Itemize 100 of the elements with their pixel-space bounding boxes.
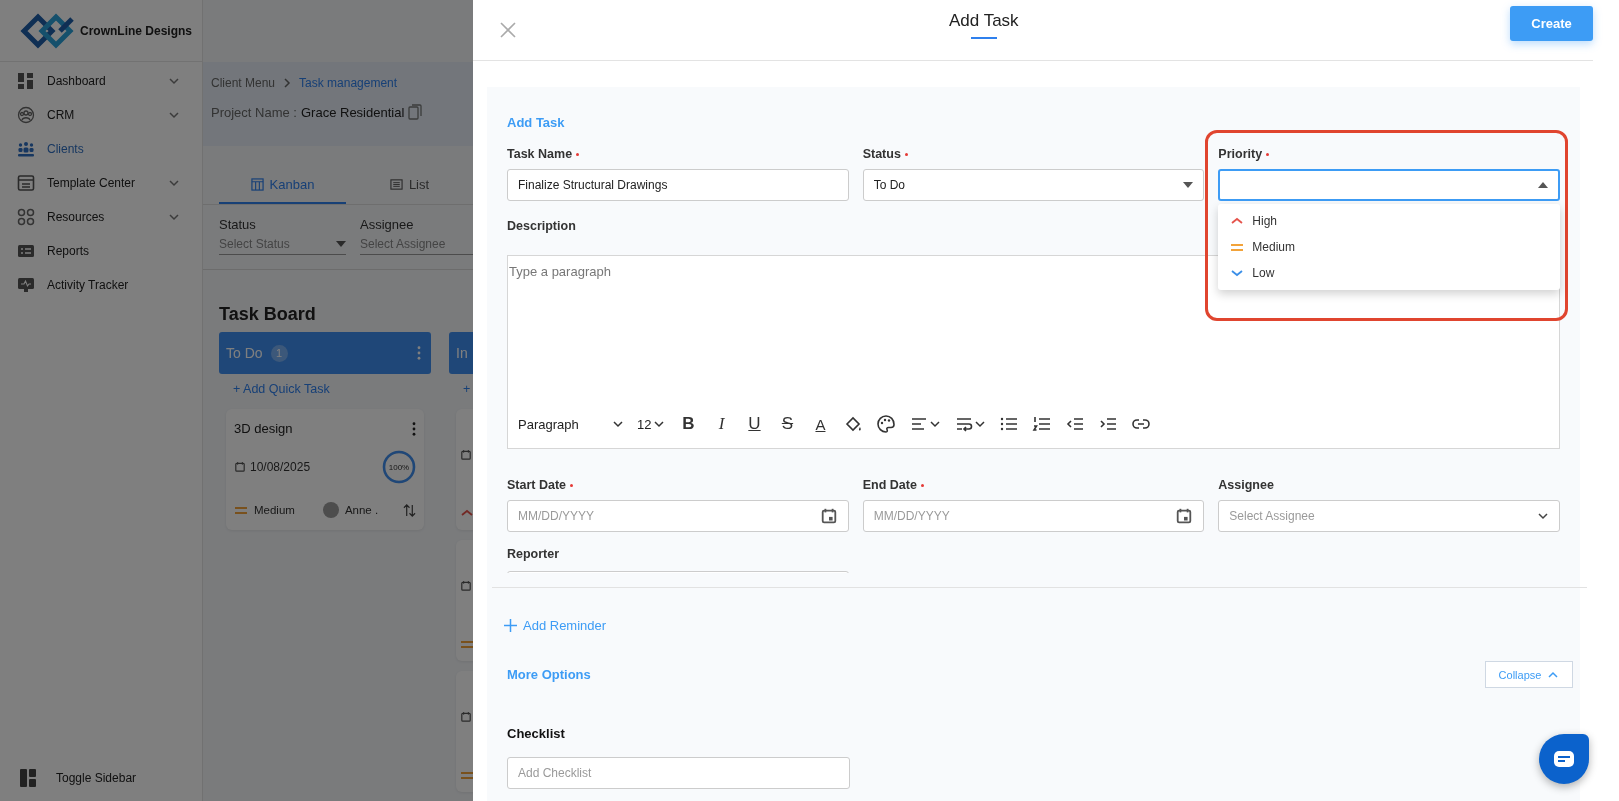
calendar-icon — [819, 507, 838, 525]
view-tab[interactable]: Kanban — [219, 166, 346, 204]
date-field[interactable]: MM/DD/YYYY — [507, 500, 849, 532]
chevron-down-icon — [168, 75, 180, 87]
menu-option[interactable]: Low — [1218, 260, 1560, 286]
sidebar-item[interactable]: Template Center — [0, 166, 202, 200]
chevron-down-icon — [974, 418, 987, 430]
card-title: 3D design — [234, 421, 293, 436]
layout-icon — [17, 174, 35, 192]
people-icon — [17, 140, 35, 158]
calendar-icon — [234, 461, 246, 473]
list-icon — [17, 242, 35, 260]
group-icon — [17, 106, 35, 124]
equals-icon — [1230, 242, 1245, 252]
add-reminder-button[interactable]: Add Reminder — [504, 618, 607, 633]
sidebar-item[interactable]: Clients — [0, 132, 202, 166]
field-label: Priority — [1218, 147, 1263, 161]
chevron-down-icon — [1230, 268, 1245, 278]
brand-name: CrownLine Designs — [80, 23, 192, 38]
section-title: Add Task — [507, 115, 566, 132]
menu-option[interactable]: High — [1218, 208, 1560, 234]
section-title: More Options — [507, 667, 591, 682]
sidebar-item[interactable]: Resources — [0, 200, 202, 234]
chevron-down-icon — [168, 177, 180, 189]
sidebar-item[interactable]: Activity Tracker — [0, 268, 202, 302]
avatar-icon — [322, 502, 339, 518]
text-field[interactable]: Finalize Structural Drawings — [507, 169, 849, 201]
numbered-list-icon[interactable] — [1032, 414, 1053, 434]
chevron-down-icon — [929, 418, 942, 430]
paragraph-style-dropdown[interactable]: Paragraph — [518, 416, 624, 432]
calendar-icon — [460, 580, 472, 592]
plus-icon — [504, 619, 517, 632]
field-label: Task Name — [507, 147, 573, 161]
sidebar-toggle-icon[interactable] — [20, 769, 36, 787]
equals-icon — [234, 505, 248, 515]
calendar-icon — [1175, 507, 1194, 525]
nodes-icon — [17, 208, 35, 226]
field-label: Description — [507, 219, 576, 233]
view-tab[interactable]: List — [346, 166, 473, 204]
list-icon — [389, 177, 403, 191]
select-field[interactable] — [1218, 169, 1560, 201]
font-color-button[interactable]: A — [810, 415, 831, 433]
add-quick-task-link[interactable]: + — [463, 382, 471, 396]
equals-icon — [460, 770, 473, 780]
board-icon — [250, 177, 264, 191]
select-field[interactable]: To Do — [862, 169, 1205, 201]
due-date: 10/08/2025 — [250, 460, 311, 474]
palette-icon[interactable] — [876, 414, 897, 434]
field-label: Checklist — [507, 726, 566, 741]
field-label: Status — [862, 147, 901, 161]
chevron-down-icon — [168, 211, 180, 223]
kebab-menu-icon[interactable] — [412, 421, 416, 436]
paint-bucket-icon[interactable] — [843, 414, 864, 434]
filter-label: Assignee — [360, 217, 415, 232]
sidebar-item[interactable]: CRM — [0, 98, 202, 132]
project-label: Project Name : — [211, 104, 297, 120]
filter-label: Status — [219, 217, 257, 232]
caret-down-icon — [1183, 182, 1194, 188]
field-label: End Date — [862, 478, 917, 492]
progress-label: 100% — [388, 462, 410, 472]
chevron-down-icon — [168, 109, 180, 121]
task-card[interactable]: 3D design 10/08/2025 100% Medium Anne . — [226, 409, 424, 530]
chevron-up-icon — [460, 508, 473, 518]
caret-up-icon — [1538, 182, 1548, 188]
chevron-up-icon — [1230, 216, 1245, 226]
select-field[interactable]: Select Assignee — [1218, 500, 1560, 532]
progress-ring — [382, 450, 416, 484]
calendar-icon — [460, 449, 472, 461]
chevron-down-icon — [1537, 510, 1549, 522]
project-name: Grace Residential — [301, 104, 405, 120]
field-label: Reporter — [507, 547, 560, 561]
breadcrumb-link[interactable]: Client Menu — [211, 76, 276, 90]
strikethrough-button[interactable]: S — [777, 414, 798, 434]
monitor-icon — [17, 276, 35, 294]
chevron-down-icon — [653, 418, 666, 430]
font-size-dropdown[interactable]: 12 — [637, 416, 666, 432]
date-field[interactable]: MM/DD/YYYY — [862, 500, 1205, 532]
board-title: Task Board — [218, 303, 317, 326]
calendar-icon — [460, 711, 472, 723]
priority-label: Medium — [254, 504, 295, 516]
field-label: Assignee — [1218, 478, 1274, 492]
italic-button[interactable]: I — [711, 414, 732, 434]
assignee-name: Anne . — [344, 504, 379, 516]
add-quick-task-link[interactable]: + Add Quick Task — [233, 382, 330, 396]
collapse-button[interactable]: Collapse — [1485, 661, 1573, 688]
column-title: To Do — [226, 345, 263, 361]
sort-icon[interactable] — [403, 503, 416, 517]
field-label: Start Date — [507, 478, 567, 492]
sidebar-item[interactable]: Reports — [0, 234, 202, 268]
underline-button[interactable]: U — [744, 414, 765, 434]
modal-title: Add Task — [949, 11, 1019, 31]
checklist-field[interactable]: Add Checklist — [507, 757, 850, 789]
bold-button[interactable]: B — [678, 414, 699, 434]
toggle-sidebar-label[interactable]: Toggle Sidebar — [56, 771, 137, 785]
sidebar-item[interactable]: Dashboard — [0, 64, 202, 98]
create-button[interactable]: Create — [1510, 6, 1593, 41]
caret-down-icon — [336, 241, 346, 247]
equals-icon — [460, 639, 473, 649]
chevron-right-icon — [283, 77, 292, 89]
grid-icon — [17, 72, 35, 90]
